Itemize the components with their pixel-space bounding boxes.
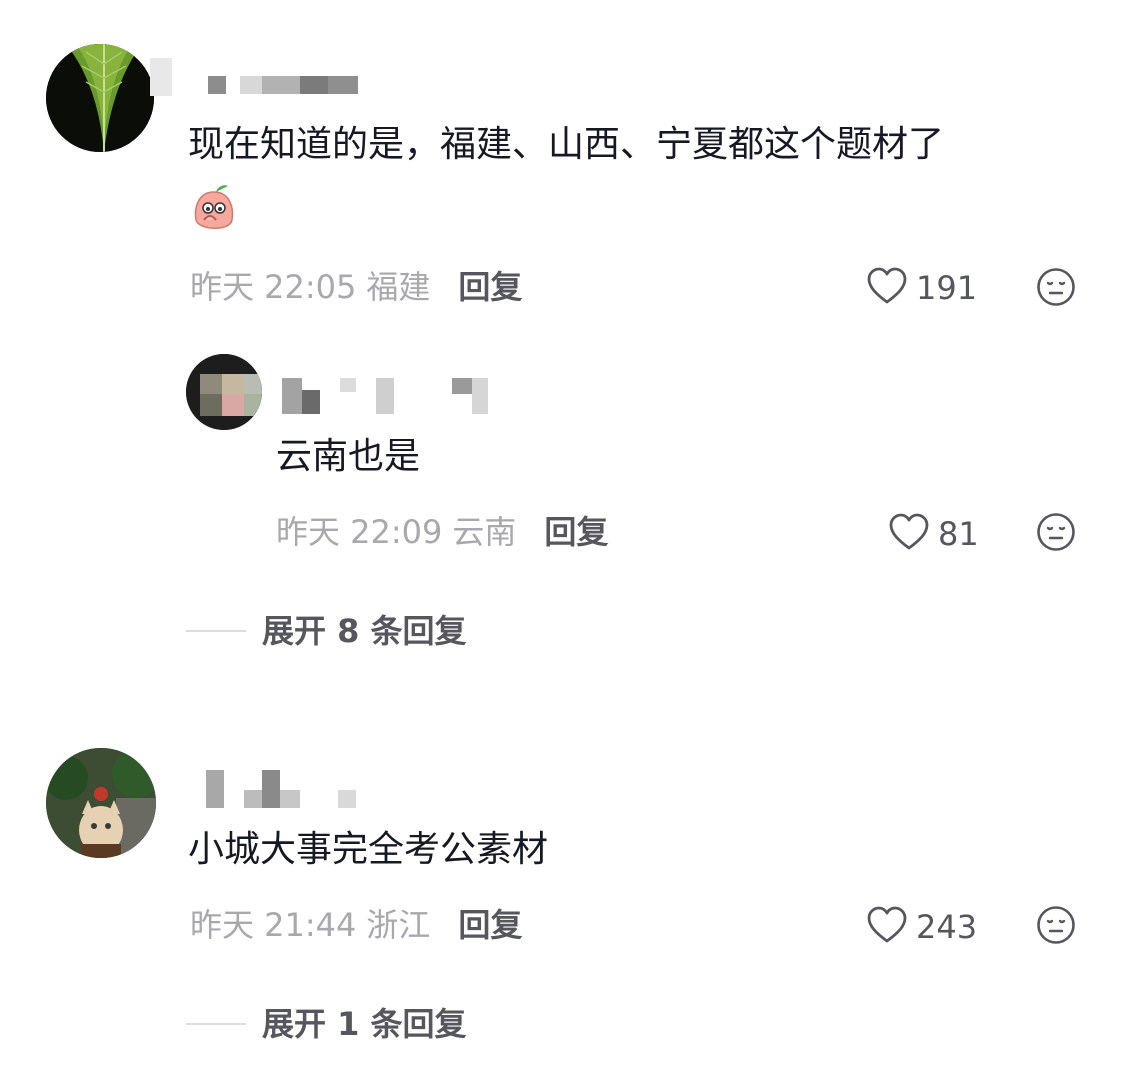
comment-text: 现在知道的是，福建、山西、宁夏都这个题材了 <box>188 124 945 165</box>
like-count: 81 <box>938 515 979 553</box>
peach-shy-emoji <box>190 182 238 234</box>
expand-replies-button[interactable]: 展开 8 条回复 <box>186 611 467 651</box>
username-redacted[interactable] <box>282 372 492 416</box>
like-count: 191 <box>916 269 978 307</box>
reply-button[interactable]: 回复 <box>458 905 522 945</box>
comment-location: 福建 <box>366 268 431 306</box>
like-button[interactable]: 243 <box>866 905 977 949</box>
reply-meta: 昨天 22:09 云南 回复 <box>276 512 608 552</box>
reply-location: 云南 <box>452 513 517 551</box>
reply-button[interactable]: 回复 <box>544 512 608 552</box>
comment-meta: 昨天 22:05 福建 回复 <box>190 267 522 307</box>
avatar[interactable] <box>186 354 262 430</box>
heart-outline-icon <box>866 905 908 949</box>
comment-meta: 昨天 21:44 浙江 回复 <box>190 905 522 945</box>
comment-time: 昨天 22:05 <box>190 268 357 306</box>
divider-line <box>186 1023 246 1025</box>
reply-text: 云南也是 <box>276 436 421 477</box>
expand-replies-label: 展开 1 条回复 <box>262 1005 467 1043</box>
username-redacted[interactable] <box>150 58 360 98</box>
expand-replies-button[interactable]: 展开 1 条回复 <box>186 1004 467 1044</box>
comment-time: 昨天 21:44 <box>190 906 357 944</box>
like-button[interactable]: 191 <box>866 266 977 310</box>
like-button[interactable]: 81 <box>888 512 979 556</box>
avatar[interactable] <box>46 44 154 152</box>
meh-face-icon[interactable] <box>1036 512 1076 556</box>
divider-line <box>186 630 246 632</box>
meh-face-icon[interactable] <box>1036 905 1076 949</box>
meh-face-icon[interactable] <box>1036 267 1076 311</box>
expand-replies-label: 展开 8 条回复 <box>262 612 467 650</box>
reply-button[interactable]: 回复 <box>458 267 522 307</box>
comment-location: 浙江 <box>366 906 431 944</box>
avatar[interactable] <box>46 748 156 858</box>
like-count: 243 <box>916 908 978 946</box>
reply-time: 昨天 22:09 <box>276 513 443 551</box>
username-redacted[interactable] <box>186 766 366 810</box>
heart-outline-icon <box>866 266 908 310</box>
heart-outline-icon <box>888 512 930 556</box>
comment-text: 小城大事完全考公素材 <box>188 829 549 870</box>
